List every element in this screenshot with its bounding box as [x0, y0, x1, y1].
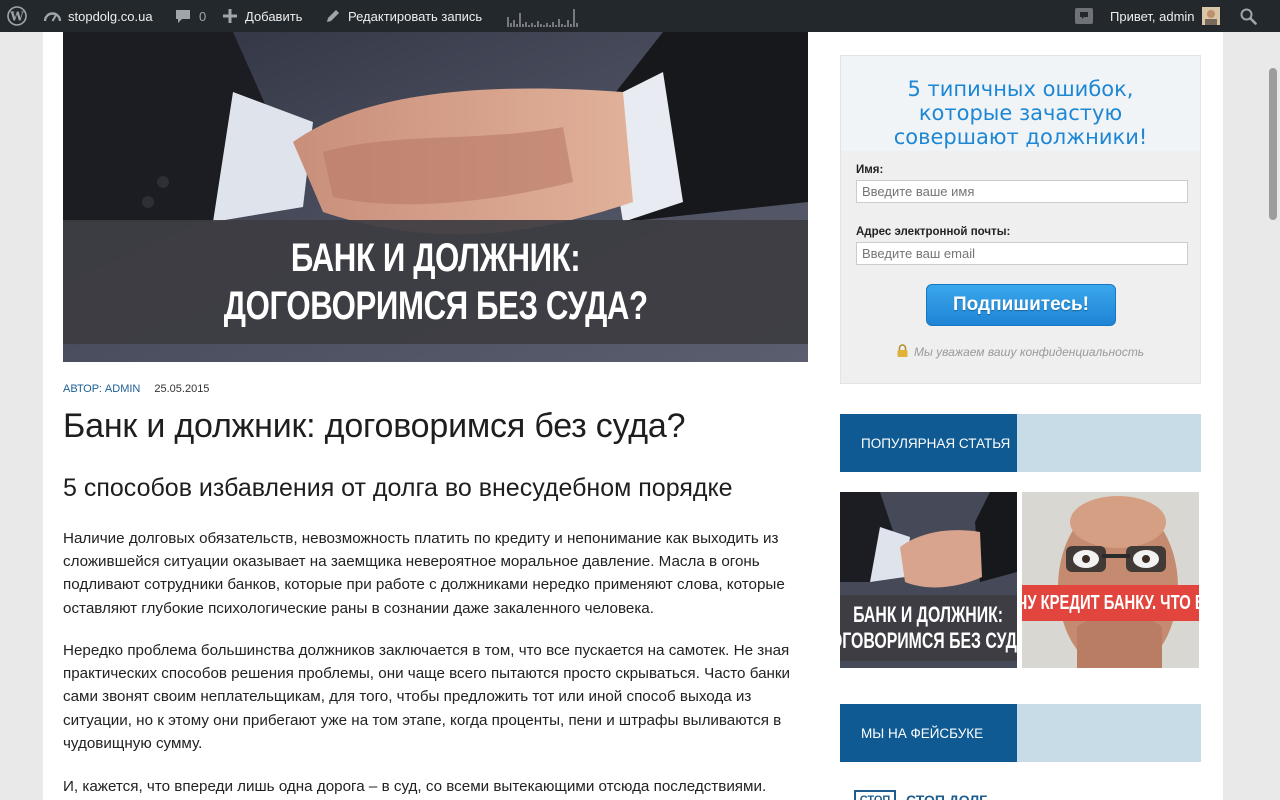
edit-post-link[interactable]: Редактировать запись [325, 0, 482, 32]
post-author-link[interactable]: Автор: admin [63, 383, 140, 395]
subscribe-widget: 5 типичных ошибок, которые зачастую сове… [840, 55, 1201, 384]
popular-thumbnail-1-caption: БАНК И ДОЛЖНИК: ДОГОВОРИМСЯ БЕЗ СУДА? [840, 595, 1017, 661]
hero-caption-line-1: БАНК И ДОЛЖНИК: [290, 236, 581, 280]
greeting: Привет, admin [1110, 8, 1195, 24]
email-field[interactable] [856, 242, 1188, 265]
popular-widget-title: Популярная статья [840, 414, 1017, 472]
my-account-menu[interactable]: Привет, admin [1110, 0, 1220, 32]
man-with-glasses-thumbnail-image [1022, 492, 1199, 668]
site-name-link[interactable]: stopdolg.co.ua [44, 0, 153, 32]
subscribe-heading: 5 типичных ошибок, которые зачастую сове… [841, 56, 1200, 151]
article-paragraph: Наличие долговых обязательств, невозможн… [63, 530, 785, 617]
post-subtitle: 5 способов избавления от долга во внесуд… [63, 474, 733, 502]
scrollbar-thumb[interactable] [1269, 68, 1277, 220]
popular-thumbnail-1[interactable]: БАНК И ДОЛЖНИК: ДОГОВОРИМСЯ БЕЗ СУДА? [840, 492, 1017, 668]
popular-thumbnail-2-caption: АЧУ КРЕДИТ БАНКУ. ЧТО БУ [1022, 585, 1199, 621]
facebook-page-logo: СТОП [854, 790, 896, 800]
hero-caption-line-2: ДОГОВОРИМСЯ БЕЗ СУДА? [223, 284, 648, 328]
thumbnail-caption-line: БАНК И ДОЛЖНИК: [853, 602, 1004, 627]
thumbnail-caption-line: ДОГОВОРИМСЯ БЕЗ СУДА? [840, 628, 1017, 653]
hero-caption: БАНК И ДОЛЖНИК: ДОГОВОРИМСЯ БЕЗ СУДА? [63, 220, 808, 344]
comments-link[interactable]: 0 [175, 0, 206, 32]
post-title: Банк и должник: договоримся без суда? [63, 407, 686, 445]
thumbnail-caption-text: АЧУ КРЕДИТ БАНКУ. ЧТО БУ [1022, 591, 1199, 614]
email-label: Адрес электронной почты: [856, 226, 1011, 238]
subscribe-heading-line: 5 типичных ошибок, [907, 77, 1134, 101]
dashboard-icon [44, 9, 61, 23]
name-label: Имя: [856, 164, 884, 176]
svg-text:W: W [9, 10, 24, 24]
hero-image: БАНК И ДОЛЖНИК: ДОГОВОРИМСЯ БЕЗ СУДА? [63, 32, 808, 362]
facebook-widget-header: Мы на Фейсбуке [840, 704, 1201, 762]
privacy-note: Мы уважаем вашу конфиденциальность [897, 344, 1144, 360]
pencil-icon [325, 9, 340, 24]
comment-icon [175, 9, 191, 24]
plus-icon [223, 9, 237, 23]
post-date: 25.05.2015 [154, 383, 210, 395]
comments-count: 0 [199, 8, 207, 24]
search-icon[interactable] [1240, 0, 1257, 32]
article-paragraph: Нередко проблема большинства должников з… [63, 642, 791, 752]
edit-post-label: Редактировать запись [348, 8, 483, 24]
privacy-text: Мы уважаем вашу конфиденциальность [914, 345, 1145, 359]
page-scrollbar[interactable] [1266, 32, 1280, 800]
post-meta: Автор: admin 25.05.2015 [63, 383, 209, 395]
avatar [1201, 7, 1220, 25]
lock-icon [897, 344, 908, 360]
subscribe-heading-line: совершают должники! [893, 125, 1148, 149]
add-new-menu[interactable]: Добавить [223, 0, 302, 32]
popular-widget-header: Популярная статья [840, 414, 1201, 472]
add-new-label: Добавить [245, 8, 303, 24]
notification-icon[interactable] [1075, 0, 1093, 32]
page-content: БАНК И ДОЛЖНИК: ДОГОВОРИМСЯ БЕЗ СУДА? Ав… [43, 32, 1223, 800]
subscribe-heading-line: которые зачастую [918, 101, 1123, 125]
subscribe-button[interactable]: Подпишитесь! [926, 284, 1116, 326]
admin-bar: W stopdolg.co.ua 0 Добавить Редактироват… [0, 0, 1280, 32]
name-field[interactable] [856, 180, 1188, 203]
article-paragraph: И, кажется, что впереди лишь одна дорога… [63, 778, 767, 795]
facebook-widget-title: Мы на Фейсбуке [840, 704, 1017, 762]
facebook-page-name[interactable]: СТОП ДОЛГ [906, 792, 987, 800]
site-name: stopdolg.co.ua [68, 8, 153, 24]
stats-sparkline-icon[interactable] [507, 0, 579, 32]
facebook-page-card[interactable]: СТОП СТОП ДОЛГ [854, 790, 987, 800]
popular-thumbnail-2[interactable]: АЧУ КРЕДИТ БАНКУ. ЧТО БУ [1022, 492, 1199, 668]
wordpress-logo-icon[interactable]: W [7, 0, 27, 32]
